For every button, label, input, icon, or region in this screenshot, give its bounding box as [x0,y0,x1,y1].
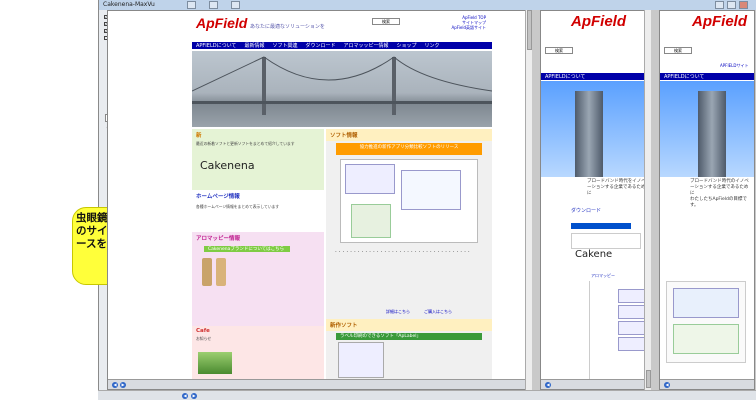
site-logo[interactable]: ApField [571,13,626,30]
aroma-banner[interactable]: Cakenenaブランドについてはこちら [204,246,290,252]
cakenena-logo[interactable]: Cakene [575,249,612,260]
nav-item[interactable]: ショップ [397,42,417,49]
section-text: 最近の新着ソフトと更新ソフトをまとめて紹介しています [196,141,295,146]
nav-item[interactable]: アロマッッピー情報 [343,42,388,49]
section-title-soft: ソフト情報 [326,129,492,141]
section-title-homepage: ホームページ情報 [192,190,324,202]
nav-item[interactable]: ソフト関連 [272,42,297,49]
scrollbar[interactable] [525,10,532,390]
next-page-icon[interactable]: ▶ [120,382,126,388]
search-button[interactable]: 検索 [545,47,573,54]
desktop-background [0,0,98,400]
page-preview-1[interactable]: ApField あなたに最適なソリューションを 検索 ApField TOP サ… [107,10,532,390]
english-link[interactable]: ApField英語サイト [420,25,486,30]
screenshot-thumbnail[interactable] [340,159,478,243]
section-title-aroma: アロマッピー情報 [192,232,324,244]
cafe-photo [198,352,232,374]
page-preview-3[interactable]: ApField 検索 APFIELDサイト APFIELDについて ブロードバン… [659,10,755,390]
download-banner[interactable] [571,223,631,229]
site-logo[interactable]: ApField [692,13,747,30]
title-bar: Cakenena-MaxVu [99,0,756,10]
section-title-new-soft: 新作ソフト [326,319,492,331]
green-banner[interactable]: ラベル印刷のできるソフト「ApLabel」 [336,333,482,340]
prev-page-icon[interactable]: ◀ [664,382,670,388]
site-logo[interactable]: ApField [196,15,247,31]
nav-bar[interactable]: APFIELDについて [660,73,754,80]
bridge-photo [192,51,492,127]
page-statusbar: ◀ ▶ [108,379,531,389]
label-thumbnail[interactable] [338,342,384,378]
nav-item[interactable]: APFIELDについて [196,42,236,49]
search-button[interactable]: 検索 [372,18,400,25]
building-photo [660,81,754,177]
cakenena-logo[interactable]: Cakenena [192,155,324,176]
sub-title: アロマッピー [591,273,615,278]
toolbar-button[interactable] [231,1,240,9]
close-button[interactable] [739,1,748,9]
prev-page-icon[interactable]: ◀ [112,382,118,388]
page-preview-2[interactable]: ApField 検索 APFIELDについて ブロードバンド時代をイノベーション… [540,10,651,390]
next-icon[interactable]: ▶ [191,393,197,399]
section-text: お知らせ [196,336,212,341]
soft-description: ・・・・・・・・・・・・・・・・・・・・・・・・・・・・・・・・・・・・ [334,249,471,254]
product-bottle [202,258,212,286]
prev-icon[interactable]: ◀ [182,393,188,399]
section-text: 各種ホームページ情報をまとめて表示しています [192,202,324,232]
section-title-new: 新 [196,133,202,139]
nav-bar[interactable]: APFIELDについて [541,73,650,80]
intro-text: ブロードバンド時代をイノベーションする企業であるために [587,179,646,196]
nav-item[interactable]: ダウンロード [305,42,335,49]
maximize-button[interactable] [727,1,736,9]
page-statusbar: ◀ [541,379,650,389]
minimize-button[interactable] [715,1,724,9]
scrollbar[interactable] [644,10,651,390]
section-title: ダウンロード [571,208,602,214]
toolbar-button[interactable] [209,1,218,9]
status-bar: ◀ ▶ [98,390,756,400]
detail-link[interactable]: 詳細はこちら [386,309,410,315]
building-photo [541,81,650,177]
section-title-cafe: Cafe [192,326,324,336]
page-statusbar: ◀ [660,379,754,389]
nav-item[interactable]: リンク [425,42,440,49]
left-column: 新 最近の新着ソフトと更新ソフトをまとめて紹介しています Cakenena ホー… [192,129,324,389]
site-tagline: あなたに最適なソリューションを [250,24,325,30]
subtitle: APFIELDサイト [720,63,749,68]
toolbar-button[interactable] [187,1,196,9]
window-title: Cakenena-MaxVu [103,1,155,8]
prev-page-icon[interactable]: ◀ [545,382,551,388]
nav-bar: APFIELDについて 最新情報 ソフト関連 ダウンロード アロマッッピー情報 … [192,42,492,49]
product-bottle [216,258,226,286]
right-column: ソフト情報 協力推進の新作アプリ分類比較ソフトのリリース ・・・・・・・・・・・… [326,129,492,389]
search-button[interactable]: 検索 [664,47,692,54]
intro-text: ブロードバンド時代のイノベーションする企業であるために [690,179,749,196]
intro-text-2: わたしたちApFieldの目標です。 [690,197,747,208]
buy-link[interactable]: ご購入はこちら [424,309,452,315]
orange-banner[interactable]: 協力推進の新作アプリ分類比較ソフトのリリース [336,143,482,155]
nav-item[interactable]: 最新情報 [244,42,264,49]
